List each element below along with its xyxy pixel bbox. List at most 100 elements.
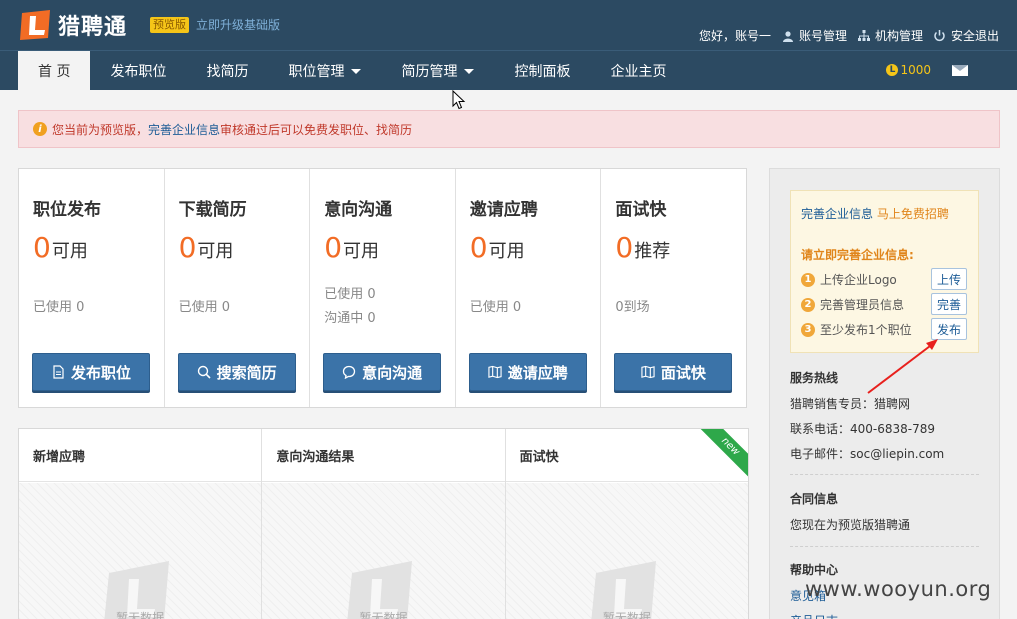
- interview-fast-button-label: 面试快: [660, 363, 706, 382]
- phone-contact: 联系电话：400-6838-789: [790, 422, 936, 436]
- nav-company-home[interactable]: 企业主页: [590, 51, 686, 91]
- activity-panels: 新增应聘 暂无数据 意向沟通结果 暂无数据 面试快 暂无数据 new: [18, 428, 749, 619]
- panel-interview-fast: 面试快 暂无数据 new: [505, 429, 748, 619]
- upgrade-link[interactable]: 立即升级基础版: [196, 17, 280, 33]
- stat-title: 职位发布: [33, 200, 101, 220]
- stat-intent-comm: 意向沟通 0 可用 已使用 0 沟通中 0 意向沟通: [310, 169, 456, 407]
- stat-used: 已使用 0: [178, 300, 230, 315]
- panel-title: 意向沟通结果: [262, 429, 505, 482]
- stat-number: 0: [324, 231, 343, 264]
- stat-count: 0 可用: [179, 231, 234, 264]
- nav-job-mgmt[interactable]: 职位管理: [268, 51, 381, 91]
- coin-count: 1000: [900, 63, 931, 77]
- intent-comm-button[interactable]: 意向沟通: [323, 353, 442, 391]
- mouse-cursor-icon: [452, 90, 466, 110]
- org-mgmt-label: 机构管理: [874, 29, 923, 43]
- stat-number: 0: [469, 231, 488, 264]
- stat-unit: 可用: [51, 241, 88, 262]
- post-job-button-label: 发布职位: [70, 363, 131, 382]
- annotation-arrow-icon: [867, 339, 938, 394]
- onboarding-prompt: 请立即完善企业信息:: [801, 248, 914, 262]
- mail-icon[interactable]: [952, 65, 968, 76]
- logo-mark-icon: [20, 10, 50, 40]
- account-mgmt-label: 账号管理: [798, 29, 847, 43]
- email-contact: 电子邮件：soc@liepin.com: [790, 447, 945, 461]
- changelog-link[interactable]: 产品日志: [790, 609, 979, 619]
- stat-unit: 可用: [488, 241, 525, 262]
- org-mgmt-link[interactable]: 机构管理: [857, 27, 923, 44]
- complete-info-link[interactable]: 完善企业信息: [148, 121, 220, 138]
- stat-interview-fast: 面试快 0 推荐 0到场 面试快: [601, 169, 746, 407]
- coin-balance[interactable]: L 1000: [886, 63, 931, 77]
- step-complete-admin: 2 完善管理员信息: [801, 296, 904, 313]
- search-resume-button[interactable]: 搜索简历: [177, 353, 296, 391]
- account-mgmt-link[interactable]: 账号管理: [781, 27, 847, 44]
- stat-used: 已使用 0 沟通中 0: [324, 283, 375, 331]
- brand-name: 猎聘通: [58, 15, 128, 40]
- divider: [790, 474, 979, 475]
- panel-intent-results: 意向沟通结果 暂无数据: [262, 429, 506, 619]
- step-number: 2: [801, 297, 815, 312]
- stat-used: 已使用 0: [469, 300, 522, 315]
- invite-button-label: 邀请应聘: [507, 363, 568, 382]
- logout-link[interactable]: 安全退出: [933, 27, 999, 44]
- nav-control-panel[interactable]: 控制面板: [494, 51, 590, 91]
- post-job-button[interactable]: 发布职位: [32, 353, 150, 391]
- chevron-down-icon: [351, 68, 362, 74]
- stat-number: 0: [33, 231, 51, 264]
- stat-title: 邀请应聘: [469, 200, 538, 220]
- stat-count: 0 可用: [33, 231, 88, 264]
- nav-home[interactable]: 首 页: [18, 51, 91, 91]
- nav-find-resume[interactable]: 找简历: [186, 51, 268, 91]
- info-icon: i: [33, 122, 47, 136]
- free-recruit-highlight: 马上免费招聘: [876, 207, 949, 221]
- greeting: 您好，账号一: [698, 29, 771, 43]
- step-label: 完善管理员信息: [820, 298, 905, 312]
- intent-comm-button-label: 意向沟通: [362, 363, 423, 382]
- main-nav: 首 页 发布职位 找简历 职位管理 简历管理 控制面板 企业主页: [18, 51, 686, 91]
- interview-fast-button[interactable]: 面试快: [614, 353, 733, 391]
- stat-count: 0 可用: [470, 231, 525, 264]
- stat-used-line: 已使用 0: [324, 287, 376, 302]
- nav-resume-mgmt-label: 简历管理: [401, 64, 458, 80]
- stat-count: 0 推荐: [615, 231, 670, 264]
- nav-post-job[interactable]: 发布职位: [90, 51, 186, 91]
- nav-job-mgmt-label: 职位管理: [288, 64, 345, 80]
- complete-info-link[interactable]: 完善企业信息: [801, 207, 873, 221]
- contract-title: 合同信息: [790, 492, 839, 506]
- stats-panel: 职位发布 0 可用 已使用 0 发布职位 下载简历 0 可用 已使用 0 搜索简历 …: [18, 168, 747, 408]
- stat-invite: 邀请应聘 0 可用 已使用 0 邀请应聘: [456, 169, 602, 407]
- step-number: 3: [801, 322, 815, 337]
- upload-button[interactable]: 上传: [931, 268, 967, 290]
- stat-attended: 0到场: [615, 300, 650, 315]
- stat-number: 0: [615, 231, 634, 264]
- empty-text: 暂无数据: [359, 611, 408, 619]
- stat-unit: 可用: [343, 241, 380, 262]
- stat-unit: 推荐: [634, 241, 671, 262]
- coin-icon: L: [886, 64, 899, 76]
- top-header: 猎聘通 预览版 立即升级基础版 您好，账号一 账号管理 机构管理 安全退出: [0, 0, 1017, 50]
- stat-title: 面试快: [615, 200, 667, 220]
- nav-resume-mgmt[interactable]: 简历管理: [381, 51, 494, 91]
- brand-logo[interactable]: 猎聘通: [18, 8, 127, 42]
- search-icon: [197, 365, 211, 379]
- panel-empty-state: 暂无数据: [262, 483, 505, 619]
- complete-button[interactable]: 完善: [931, 293, 967, 315]
- contract-text: 您现在为预览版猎聘通: [790, 518, 911, 532]
- step-number: 1: [801, 272, 815, 287]
- invite-button[interactable]: 邀请应聘: [468, 353, 587, 391]
- step-upload-logo: 1 上传企业Logo: [801, 271, 897, 288]
- stat-resume-download: 下载简历 0 可用 已使用 0 搜索简历: [165, 169, 311, 407]
- empty-text: 暂无数据: [116, 611, 165, 619]
- contract-section: 合同信息 您现在为预览版猎聘通: [790, 490, 979, 538]
- book-icon: [641, 365, 655, 379]
- chevron-down-icon: [464, 68, 475, 74]
- document-icon: [51, 365, 65, 379]
- stat-number: 0: [178, 231, 197, 264]
- org-chart-icon: [857, 29, 871, 43]
- panel-new-applications: 新增应聘 暂无数据: [19, 429, 263, 619]
- empty-text: 暂无数据: [602, 611, 651, 619]
- help-title: 帮助中心: [790, 563, 839, 577]
- panel-empty-state: 暂无数据: [505, 483, 748, 619]
- panel-title: 新增应聘: [19, 429, 262, 482]
